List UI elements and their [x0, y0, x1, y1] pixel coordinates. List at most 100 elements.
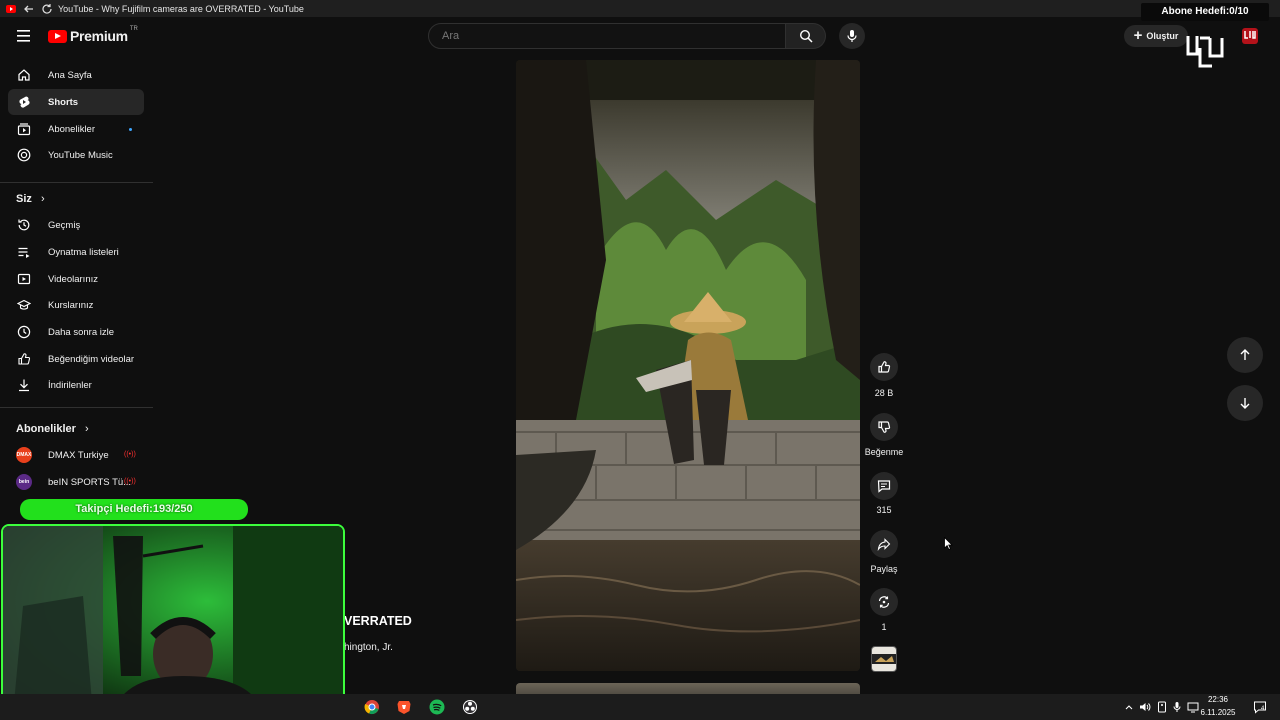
sidebar-item-label: YouTube Music	[48, 149, 113, 161]
subscriber-goal-overlay: Abone Hedefi:0/10	[1141, 3, 1269, 21]
microphone-tray-icon[interactable]	[1171, 701, 1183, 713]
shorts-icon	[16, 94, 32, 110]
sidebar-item-label: Videolarınız	[48, 273, 98, 285]
sidebar-item-liked-videos[interactable]: Beğendiğim videolar	[8, 346, 144, 372]
browser-title-bar: YouTube - Why Fujifilm cameras are OVERR…	[0, 0, 1280, 17]
sidebar-item-playlists[interactable]: Oynatma listeleri	[8, 239, 144, 265]
thumb-down-icon	[878, 421, 891, 433]
reload-icon[interactable]	[40, 2, 54, 16]
arrow-up-icon	[1240, 349, 1250, 360]
sidebar-divider	[0, 407, 153, 408]
arrow-down-icon	[1240, 398, 1250, 409]
sidebar-item-label: Kurslarınız	[48, 299, 94, 311]
dislike-label: Beğenme	[864, 447, 904, 457]
history-icon	[16, 217, 32, 233]
comment-icon	[877, 480, 891, 493]
sidebar-item-home[interactable]: Ana Sayfa	[8, 62, 144, 88]
notification-count-badge: 4	[1261, 706, 1265, 712]
new-content-dot	[129, 128, 132, 131]
microphone-icon	[847, 30, 857, 42]
back-arrow-icon[interactable]	[22, 2, 36, 16]
audio-track-thumbnail[interactable]	[871, 646, 897, 672]
sidebar-item-shorts[interactable]: Shorts	[8, 89, 144, 115]
follower-goal-overlay: Takipçi Hedefi:193/250	[20, 499, 248, 520]
channel-name: DMAX Turkiye	[48, 449, 109, 461]
youtube-premium-logo[interactable]: Premium TR	[48, 26, 138, 44]
streamer-small-logo-icon	[1240, 26, 1260, 46]
you-section-title[interactable]: Siz ›	[16, 193, 45, 205]
tray-chevron-up-icon[interactable]	[1123, 701, 1135, 713]
create-label: Oluştur	[1146, 31, 1179, 41]
sidebar-item-label: Daha sonra izle	[48, 326, 115, 338]
spotify-taskbar-icon[interactable]	[428, 698, 446, 716]
sidebar-item-label: İndirilenler	[48, 379, 92, 391]
your-videos-icon	[16, 271, 32, 287]
brave-taskbar-icon[interactable]	[395, 698, 413, 716]
voice-search-button[interactable]	[839, 23, 865, 49]
sidebar-item-your-videos[interactable]: Videolarınız	[8, 266, 144, 292]
chrome-taskbar-icon[interactable]	[363, 698, 381, 716]
sidebar-item-subscriptions[interactable]: Abonelikler	[8, 116, 144, 142]
notification-center-icon[interactable]	[1253, 700, 1267, 714]
share-label: Paylaş	[870, 564, 898, 574]
search-box[interactable]	[428, 23, 786, 49]
chevron-right-icon: ›	[84, 423, 89, 435]
download-icon	[16, 377, 32, 393]
taskbar-clock-date[interactable]: 6.11.2025	[1196, 708, 1240, 717]
sidebar-item-downloads[interactable]: İndirilenler	[8, 372, 144, 398]
comment-count: 315	[876, 505, 892, 515]
chevron-right-icon: ›	[40, 193, 45, 205]
share-button[interactable]	[870, 530, 898, 558]
streamer-logo-icon	[1186, 28, 1228, 76]
search-button[interactable]	[786, 23, 826, 49]
like-count: 28 B	[874, 388, 894, 398]
brand-text: Premium	[70, 28, 128, 44]
share-icon	[877, 538, 891, 551]
sidebar-item-history[interactable]: Geçmiş	[8, 212, 144, 238]
avatar: bein	[16, 474, 32, 490]
speaker-icon[interactable]	[1139, 701, 1151, 713]
sidebar-item-label: Shorts	[48, 96, 79, 108]
subscriptions-section-label: Abonelikler	[16, 423, 76, 435]
mouse-cursor-icon	[944, 536, 953, 553]
next-short-button[interactable]	[1227, 385, 1263, 421]
sidebar-item-watch-later[interactable]: Daha sonra izle	[8, 319, 144, 345]
avatar: DMAX	[16, 447, 32, 463]
windows-taskbar	[0, 694, 1280, 720]
video-channel-name: hington, Jr.	[344, 642, 393, 653]
sidebar-item-youtube-music[interactable]: YouTube Music	[8, 142, 144, 168]
shorts-video-player[interactable]	[516, 60, 860, 671]
search-input[interactable]	[440, 29, 744, 43]
dislike-button[interactable]	[870, 413, 898, 441]
create-button[interactable]: + Oluştur	[1124, 25, 1188, 47]
sidebar-item-label: Ana Sayfa	[48, 69, 92, 81]
live-icon: ((•))	[124, 478, 136, 485]
playlists-icon	[16, 244, 32, 260]
taskbar-clock-time[interactable]: 22:36	[1196, 695, 1240, 704]
remix-count: 1	[881, 622, 887, 632]
plus-icon: +	[1133, 27, 1143, 44]
home-icon	[16, 67, 32, 83]
live-icon: ((•))	[124, 451, 136, 458]
sidebar-item-label: Oynatma listeleri	[48, 246, 119, 258]
previous-short-button[interactable]	[1227, 337, 1263, 373]
sidebar-item-courses[interactable]: Kurslarınız	[8, 292, 144, 318]
remix-icon	[878, 596, 890, 608]
remix-button[interactable]	[870, 588, 898, 616]
watch-later-icon	[16, 324, 32, 340]
window-title: YouTube - Why Fujifilm cameras are OVERR…	[58, 3, 304, 14]
menu-icon[interactable]	[17, 30, 31, 42]
camera-tray-icon[interactable]	[1156, 701, 1168, 713]
subscriptions-section-title[interactable]: Abonelikler ›	[16, 423, 89, 435]
obs-taskbar-icon[interactable]	[461, 698, 479, 716]
country-code: TR	[129, 26, 138, 32]
webcam-overlay	[1, 524, 345, 716]
sidebar-divider	[0, 182, 153, 183]
like-button[interactable]	[870, 353, 898, 381]
youtube-logo-icon	[48, 29, 67, 43]
sidebar-item-label: Geçmiş	[48, 219, 81, 231]
comments-button[interactable]	[870, 472, 898, 500]
channel-name: beIN SPORTS Tü...	[48, 476, 132, 488]
courses-icon	[16, 297, 32, 313]
subscriptions-icon	[16, 121, 32, 137]
